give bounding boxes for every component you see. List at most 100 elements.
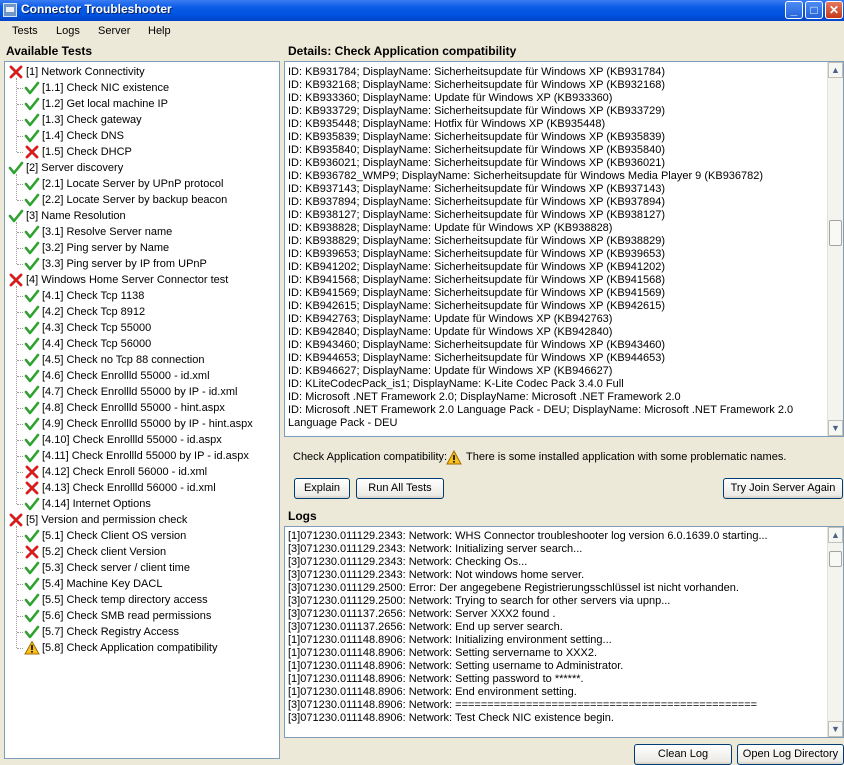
tree-connector xyxy=(17,472,23,473)
check-icon xyxy=(24,448,40,464)
test-item[interactable]: [4.8] Check Enrollld 55000 - hint.aspx xyxy=(24,400,225,416)
test-item[interactable]: [4.3] Check Tcp 55000 xyxy=(24,320,151,336)
clean-log-button[interactable]: Clean Log xyxy=(634,744,732,765)
tree-connector xyxy=(17,136,23,137)
check-icon xyxy=(24,224,40,240)
tree-connector xyxy=(17,552,23,553)
test-item[interactable]: [1.3] Check gateway xyxy=(24,112,142,128)
test-item[interactable]: [1.4] Check DNS xyxy=(24,128,124,144)
try-join-server-button[interactable]: Try Join Server Again xyxy=(723,478,843,499)
details-scroll-thumb[interactable] xyxy=(829,220,842,246)
test-label: [4.9] Check Enrollld 55000 by IP - hint.… xyxy=(42,418,253,430)
test-item[interactable]: [4.7] Check Enrollld 55000 by IP - id.xm… xyxy=(24,384,237,400)
check-icon xyxy=(24,592,40,608)
explain-button[interactable]: Explain xyxy=(294,478,350,499)
tree-connector xyxy=(17,408,23,409)
tree-connector xyxy=(16,78,17,152)
close-button[interactable]: ✕ xyxy=(825,1,843,19)
logs-scroll-thumb[interactable] xyxy=(829,551,842,567)
test-item[interactable]: [4.1] Check Tcp 1138 xyxy=(24,288,144,304)
test-label: [1.4] Check DNS xyxy=(42,130,124,142)
open-log-directory-button[interactable]: Open Log Directory xyxy=(737,744,844,765)
test-item[interactable]: [5] Version and permission check xyxy=(8,512,187,528)
check-icon xyxy=(24,192,40,208)
menu-help[interactable]: Help xyxy=(148,25,171,37)
test-item[interactable]: [4.5] Check no Tcp 88 connection xyxy=(24,352,204,368)
menu-server[interactable]: Server xyxy=(98,25,130,37)
log-line: [3]071230.011137.2656: Network: End up s… xyxy=(288,621,563,633)
menu-bar: Tests Logs Server Help xyxy=(0,21,844,41)
details-line: ID: KB935839; DisplayName: Sicherheitsup… xyxy=(288,131,666,143)
log-line: [1]071230.011148.8906: Network: Setting … xyxy=(288,647,598,659)
details-line: ID: KB933360; DisplayName: Update für Wi… xyxy=(288,92,613,104)
test-item[interactable]: [2.1] Locate Server by UPnP protocol xyxy=(24,176,223,192)
details-line: Language Pack - DEU xyxy=(288,417,398,429)
test-item[interactable]: [3] Name Resolution xyxy=(8,208,126,224)
test-item[interactable]: [3.3] Ping server by IP from UPnP xyxy=(24,256,207,272)
tree-connector xyxy=(17,424,23,425)
test-item[interactable]: [3.2] Ping server by Name xyxy=(24,240,169,256)
logs-heading: Logs xyxy=(288,509,317,523)
tests-tree[interactable]: [1] Network Connectivity [1.1] Check NIC … xyxy=(4,61,280,759)
test-item[interactable]: [3.1] Resolve Server name xyxy=(24,224,172,240)
test-item[interactable]: [5.4] Machine Key DACL xyxy=(24,576,162,592)
test-label: [2.2] Locate Server by backup beacon xyxy=(42,194,228,206)
details-line: ID: KB937143; DisplayName: Sicherheitsup… xyxy=(288,183,666,195)
details-scrollbar[interactable]: ▲ ▼ xyxy=(827,62,843,436)
maximize-button[interactable]: □ xyxy=(805,1,823,19)
check-icon xyxy=(24,128,40,144)
test-item[interactable]: [4.13] Check Enrollld 56000 - id.xml xyxy=(24,480,216,496)
test-label: [5.7] Check Registry Access xyxy=(42,626,179,638)
test-item[interactable]: [5.3] Check server / client time xyxy=(24,560,190,576)
scroll-down-icon[interactable]: ▼ xyxy=(828,420,843,436)
fail-x-icon xyxy=(24,464,40,480)
test-item[interactable]: [4.4] Check Tcp 56000 xyxy=(24,336,151,352)
test-item[interactable]: [4.10] Check Enrollld 55000 - id.aspx xyxy=(24,432,222,448)
test-item[interactable]: [4.6] Check Enrollld 55000 - id.xml xyxy=(24,368,210,384)
log-line: [3]071230.011129.2343: Network: Initiali… xyxy=(288,543,583,555)
test-item[interactable]: [5.8] Check Application compatibility xyxy=(24,640,217,656)
logs-scrollbar[interactable]: ▲ ▼ xyxy=(827,527,843,737)
test-item[interactable]: [1.1] Check NIC existence xyxy=(24,80,169,96)
scroll-up-icon[interactable]: ▲ xyxy=(828,527,843,543)
details-line: ID: Microsoft .NET Framework 2.0; Displa… xyxy=(288,391,681,403)
test-item[interactable]: [4.12] Check Enroll 56000 - id.xml xyxy=(24,464,207,480)
logs-textbox[interactable]: [1]071230.011129.2343: Network: WHS Conn… xyxy=(284,526,844,738)
log-line: [1]071230.011148.8906: Network: Setting … xyxy=(288,660,624,672)
test-item[interactable]: [4.9] Check Enrollld 55000 by IP - hint.… xyxy=(24,416,253,432)
minimize-button[interactable]: _ xyxy=(785,1,803,19)
scroll-down-icon[interactable]: ▼ xyxy=(828,721,843,737)
test-label: [1] Network Connectivity xyxy=(26,66,145,78)
test-item[interactable]: [5.7] Check Registry Access xyxy=(24,624,179,640)
test-item[interactable]: [2.2] Locate Server by backup beacon xyxy=(24,192,227,208)
test-item[interactable]: [5.5] Check temp directory access xyxy=(24,592,208,608)
log-line: [1]071230.011129.2343: Network: WHS Conn… xyxy=(288,530,768,542)
log-line: [3]071230.011129.2500: Error: Der angege… xyxy=(288,582,739,594)
test-item[interactable]: [4] Windows Home Server Connector test xyxy=(8,272,228,288)
test-item[interactable]: [2] Server discovery xyxy=(8,160,123,176)
test-item[interactable]: [4.2] Check Tcp 8912 xyxy=(24,304,145,320)
test-item[interactable]: [1] Network Connectivity xyxy=(8,64,145,80)
test-item[interactable]: [1.2] Get local machine IP xyxy=(24,96,168,112)
tree-connector xyxy=(17,88,23,89)
scroll-up-icon[interactable]: ▲ xyxy=(828,62,843,78)
run-all-tests-button[interactable]: Run All Tests xyxy=(356,478,444,499)
details-line: ID: KB935448; DisplayName: Hotfix für Wi… xyxy=(288,118,606,130)
test-item[interactable]: [5.2] Check client Version xyxy=(24,544,166,560)
menu-logs[interactable]: Logs xyxy=(56,25,80,37)
test-label: [4.8] Check Enrollld 55000 - hint.aspx xyxy=(42,402,225,414)
test-item[interactable]: [1.5] Check DHCP xyxy=(24,144,132,160)
test-item[interactable]: [5.1] Check Client OS version xyxy=(24,528,186,544)
tree-connector xyxy=(17,600,23,601)
check-icon xyxy=(24,336,40,352)
test-item[interactable]: [4.11] Check Enrollld 55000 by IP - id.a… xyxy=(24,448,249,464)
log-line: [3]071230.011137.2656: Network: Server X… xyxy=(288,608,556,620)
check-icon xyxy=(24,560,40,576)
tree-connector xyxy=(17,584,23,585)
test-label: [5.5] Check temp directory access xyxy=(42,594,208,606)
test-item[interactable]: [4.14] Internet Options xyxy=(24,496,151,512)
details-textbox[interactable]: ID: KB931784; DisplayName: Sicherheitsup… xyxy=(284,61,844,437)
log-line: [3]071230.011129.2500: Network: Trying t… xyxy=(288,595,671,607)
menu-tests[interactable]: Tests xyxy=(12,25,38,37)
test-item[interactable]: [5.6] Check SMB read permissions xyxy=(24,608,211,624)
